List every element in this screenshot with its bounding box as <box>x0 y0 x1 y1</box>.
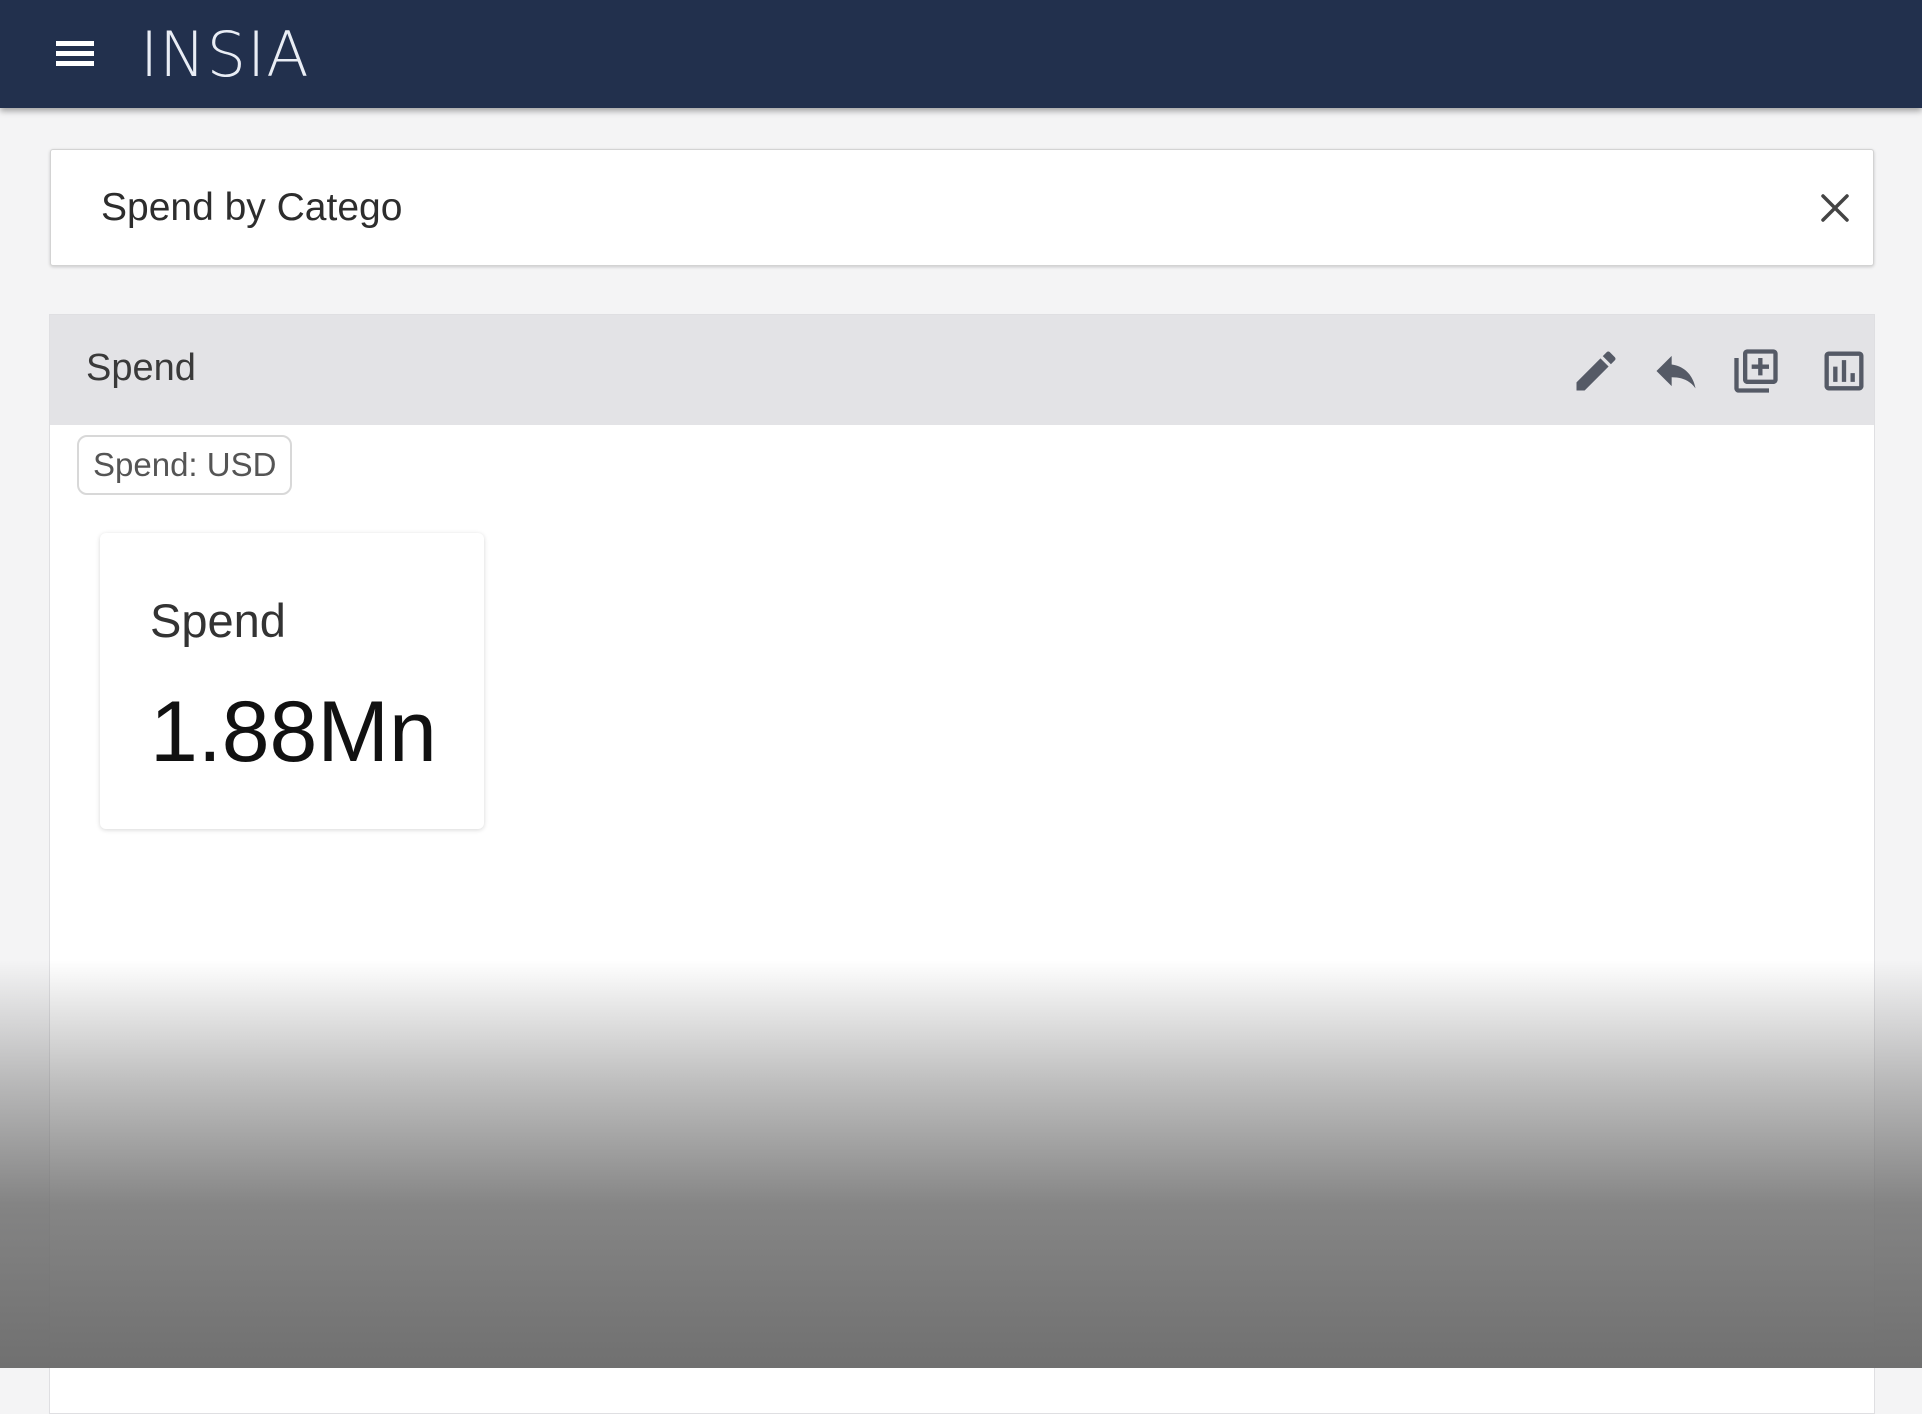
kpi-card[interactable]: Spend 1.88Mn <box>100 533 484 829</box>
close-icon[interactable] <box>1815 188 1855 228</box>
result-panel: Spend Spend: USD Spend 1.88Mn <box>49 314 1875 1414</box>
reply-icon[interactable] <box>1650 345 1702 397</box>
brand-logo[interactable]: INSIA <box>140 20 310 90</box>
filter-chip[interactable]: Spend: USD <box>77 435 293 495</box>
panel-title: Spend <box>86 347 196 389</box>
search-input[interactable] <box>101 182 1701 234</box>
top-app-bar: INSIA <box>0 0 1922 108</box>
hamburger-menu-icon[interactable] <box>52 36 98 72</box>
panel-header: Spend <box>50 315 1874 425</box>
search-bar <box>50 149 1874 266</box>
kpi-label: Spend <box>150 594 286 647</box>
add-to-collection-icon[interactable] <box>1730 345 1782 397</box>
kpi-value: 1.88Mn <box>150 684 437 780</box>
chart-icon[interactable] <box>1818 345 1870 397</box>
edit-icon[interactable] <box>1570 345 1622 397</box>
